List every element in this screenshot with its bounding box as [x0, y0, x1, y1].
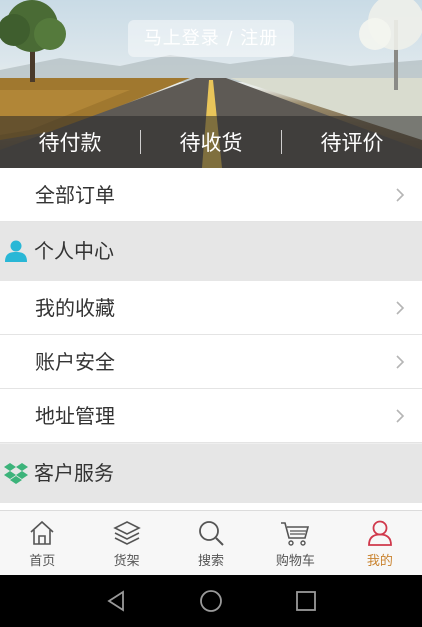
list-continuation [0, 503, 422, 510]
profile-header: 马上登录 / 注册 待付款 待收货 待评价 [0, 0, 422, 168]
account-security-row[interactable]: 账户安全 [0, 335, 422, 389]
recents-icon[interactable] [294, 589, 318, 613]
system-navigation-bar [0, 575, 422, 627]
address-management-row[interactable]: 地址管理 [0, 389, 422, 443]
tab-home[interactable]: 首页 [0, 511, 84, 575]
person-icon [5, 240, 27, 262]
login-register-button[interactable]: 马上登录 / 注册 [128, 20, 294, 57]
back-icon[interactable] [104, 589, 128, 613]
favorites-label: 我的收藏 [35, 296, 115, 320]
tab-mine-label: 我的 [366, 554, 393, 569]
all-orders-row[interactable]: 全部订单 [0, 168, 422, 222]
pending-review-button[interactable]: 待评价 [282, 127, 422, 157]
chevron-right-icon [396, 409, 405, 423]
account-security-label: 账户安全 [35, 350, 115, 374]
home-icon [30, 520, 54, 545]
dropbox-icon [4, 463, 28, 484]
chevron-right-icon [396, 188, 405, 202]
chevron-right-icon [396, 355, 405, 369]
tab-search-label: 搜索 [198, 554, 225, 569]
chevron-right-icon [396, 301, 405, 315]
search-icon [199, 521, 224, 546]
tab-cart-label: 购物车 [275, 554, 315, 569]
pending-receipt-button[interactable]: 待收货 [141, 127, 281, 157]
personal-center-label: 个人中心 [34, 239, 114, 263]
layers-icon [112, 521, 141, 545]
customer-service-section: 客户服务 [0, 444, 422, 503]
address-management-label: 地址管理 [35, 404, 115, 428]
pending-payment-button[interactable]: 待付款 [0, 127, 140, 157]
order-status-bar: 待付款 待收货 待评价 [0, 116, 422, 168]
favorites-row[interactable]: 我的收藏 [0, 281, 422, 335]
cart-icon [281, 522, 310, 546]
tab-cart[interactable]: 购物车 [253, 511, 337, 575]
customer-service-label: 客户服务 [34, 461, 114, 485]
tab-shelf-label: 货架 [113, 554, 140, 569]
user-icon [367, 520, 392, 546]
home-circle-icon[interactable] [199, 589, 223, 613]
personal-center-section: 个人中心 [0, 222, 422, 281]
tab-shelf[interactable]: 货架 [84, 511, 168, 575]
tab-search[interactable]: 搜索 [169, 511, 253, 575]
all-orders-label: 全部订单 [35, 183, 115, 207]
bottom-tab-bar: 首页 货架 搜索 购物车 我的 [0, 510, 422, 575]
tab-home-label: 首页 [29, 554, 56, 569]
tab-mine[interactable]: 我的 [338, 511, 422, 575]
